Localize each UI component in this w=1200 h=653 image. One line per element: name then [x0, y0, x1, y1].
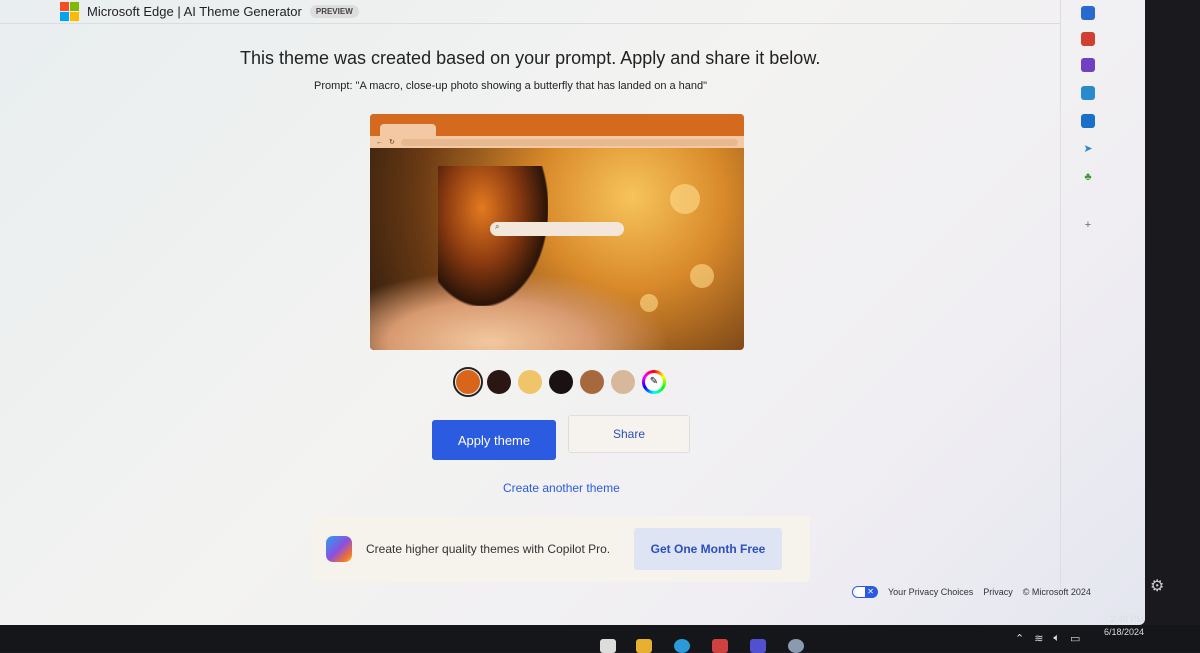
sidebar-send-icon[interactable]: ➤ [1081, 142, 1095, 156]
privacy-choices-icon: ✕ [852, 586, 878, 598]
sidebar-tree-icon[interactable]: ♣ [1081, 170, 1095, 184]
sidebar-outlook-icon[interactable] [1081, 86, 1095, 100]
privacy-choices-link[interactable]: Your Privacy Choices [888, 587, 973, 597]
get-one-month-free-button[interactable]: Get One Month Free [634, 528, 782, 570]
preview-tab [380, 124, 436, 136]
copilot-pro-promo: Create higher quality themes with Copilo… [312, 516, 810, 582]
preview-butterfly [438, 166, 548, 306]
clock[interactable]: 2:49 PM 6/18/2024 [1104, 613, 1144, 639]
eyedropper-icon: ✎ [645, 373, 663, 391]
time: 2:49 PM [1110, 614, 1145, 624]
swatch-2[interactable] [487, 370, 511, 394]
prompt-text: Prompt: "A macro, close-up photo showing… [314, 80, 708, 92]
sidebar-office-icon[interactable] [1081, 114, 1095, 128]
swatch-4[interactable] [549, 370, 573, 394]
chevron-up-icon[interactable]: ⌃ [1015, 632, 1024, 645]
app-title: Microsoft Edge | AI Theme Generator [87, 4, 302, 19]
swatch-5[interactable] [580, 370, 604, 394]
date: 6/18/2024 [1104, 627, 1145, 637]
copyright: © Microsoft 2024 [1022, 587, 1091, 597]
microsoft-logo-icon [60, 2, 79, 21]
settings-gear-icon[interactable]: ⚙ [1150, 576, 1164, 596]
bokeh-light [690, 264, 714, 288]
battery-icon[interactable]: ▭ [1070, 632, 1080, 645]
privacy-link[interactable]: Privacy [983, 587, 1013, 597]
preview-url-field [400, 138, 738, 146]
sidebar-add-icon[interactable]: + [1081, 218, 1095, 232]
color-swatches: ✎ [453, 367, 666, 397]
sidebar-shopping-icon[interactable] [1081, 32, 1095, 46]
taskbar-app-icon[interactable] [750, 639, 766, 653]
preview-address-bar: ← ↻ [370, 136, 744, 148]
browser-window: Microsoft Edge | AI Theme Generator PREV… [0, 0, 1145, 625]
sidebar-games-icon[interactable] [1081, 58, 1095, 72]
preview-badge: PREVIEW [309, 5, 359, 18]
edge-sidebar: ➤ ♣ + [1060, 0, 1145, 600]
sidebar-copilot-icon[interactable] [1081, 6, 1095, 20]
volume-icon[interactable]: 🔈︎ [1053, 632, 1060, 645]
bokeh-light [670, 184, 700, 214]
custom-color-picker[interactable]: ✎ [642, 370, 666, 394]
theme-preview-image: ← ↻ ⌕ [370, 114, 744, 350]
store-icon[interactable] [712, 639, 728, 653]
system-tray: ⌃ ≋ 🔈︎ ▭ [1015, 625, 1080, 652]
settings-app-icon[interactable] [788, 639, 804, 653]
share-button[interactable]: Share [568, 415, 690, 453]
title-bar: Microsoft Edge | AI Theme Generator PREV… [0, 0, 1060, 24]
swatch-3[interactable] [518, 370, 542, 394]
wifi-icon[interactable]: ≋ [1034, 632, 1043, 645]
taskbar: ⌃ ≋ 🔈︎ ▭ 2:49 PM 6/18/2024 [0, 614, 1200, 653]
footer: ✕ Your Privacy Choices Privacy © Microso… [852, 586, 1091, 598]
promo-text: Create higher quality themes with Copilo… [366, 542, 611, 556]
edge-icon[interactable] [674, 639, 690, 653]
apply-theme-button[interactable]: Apply theme [432, 420, 556, 460]
preview-search-box: ⌕ [490, 222, 624, 236]
swatch-6[interactable] [611, 370, 635, 394]
preview-tab-strip [370, 114, 744, 136]
preview-refresh-icon: ↻ [389, 139, 395, 146]
file-explorer-icon[interactable] [636, 639, 652, 653]
page-heading: This theme was created based on your pro… [240, 48, 821, 68]
copilot-icon [326, 536, 352, 562]
taskbar-app-icon[interactable] [600, 639, 616, 653]
create-another-theme-link[interactable]: Create another theme [503, 481, 620, 495]
swatch-1[interactable] [453, 367, 483, 397]
preview-back-icon: ← [376, 138, 383, 146]
